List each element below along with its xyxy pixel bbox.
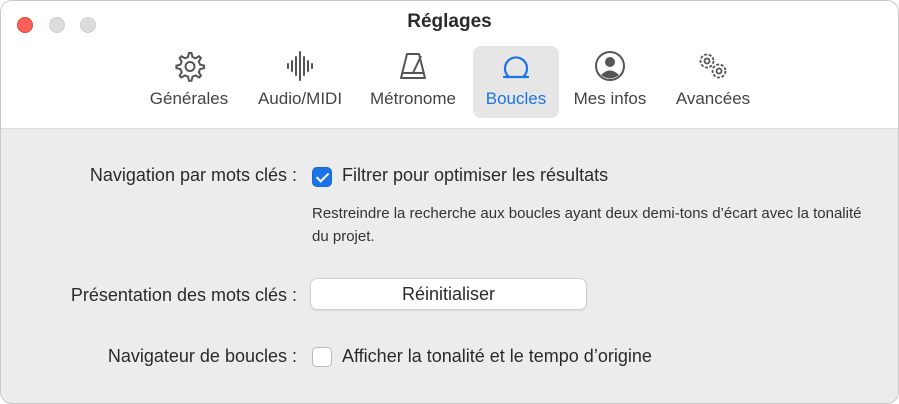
filter-results-checkbox[interactable] <box>312 167 332 187</box>
filter-results-label[interactable]: Filtrer pour optimiser les résultats <box>342 165 608 186</box>
person-circle-icon <box>593 46 627 86</box>
show-key-tempo-label[interactable]: Afficher la tonalité et le tempo d’origi… <box>342 346 652 367</box>
tab-label: Métronome <box>370 89 456 108</box>
filter-results-description: Restreindre la recherche aux boucles aya… <box>312 205 862 245</box>
keyword-navigation-label: Navigation par mots clés : <box>89 165 297 185</box>
toolbar: Réglages Générales Audio/MIDI Métronome … <box>1 1 898 129</box>
tab-label: Avancées <box>675 89 751 108</box>
tab-audio-midi[interactable]: Audio/MIDI <box>251 46 349 118</box>
waveform-icon <box>283 46 317 86</box>
tab-metronome[interactable]: Métronome <box>363 46 463 118</box>
tab-generales[interactable]: Générales <box>143 46 235 118</box>
loop-icon <box>499 46 533 86</box>
gears-icon <box>694 46 732 86</box>
tab-label: Boucles <box>485 89 547 108</box>
gear-icon <box>172 46 206 86</box>
reset-button[interactable]: Réinitialiser <box>310 278 587 310</box>
tab-mes-infos[interactable]: Mes infos <box>567 46 653 118</box>
window-title: Réglages <box>407 11 492 32</box>
tab-label: Mes infos <box>573 89 647 108</box>
metronome-icon <box>396 46 430 86</box>
settings-window: Réglages Générales Audio/MIDI Métronome … <box>0 0 899 404</box>
keyword-layout-label: Présentation des mots clés : <box>70 285 297 305</box>
tab-avancees[interactable]: Avancées <box>667 46 759 118</box>
tab-boucles[interactable]: Boucles <box>473 46 559 118</box>
show-key-tempo-checkbox[interactable] <box>312 347 332 367</box>
loop-browser-label: Navigateur de boucles : <box>107 346 297 366</box>
tab-label: Audio/MIDI <box>257 89 343 108</box>
tab-label: Générales <box>149 89 229 108</box>
